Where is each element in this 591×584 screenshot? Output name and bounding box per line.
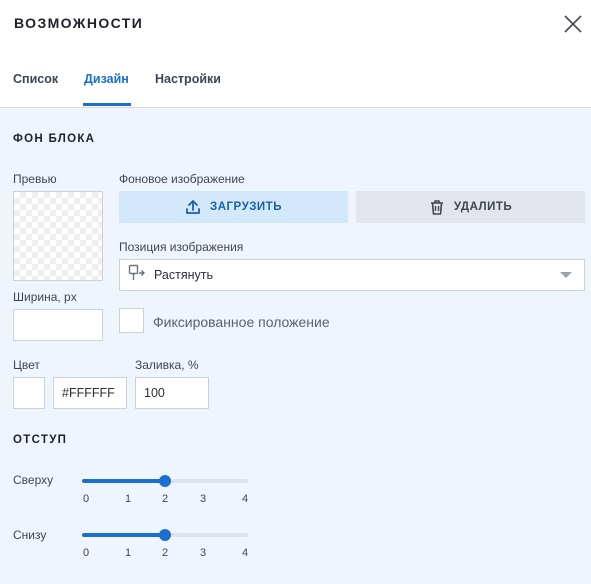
width-input[interactable] (13, 309, 103, 341)
slider-fill (82, 533, 165, 537)
fixed-position-checkbox[interactable] (119, 308, 144, 333)
slider-tick-label: 0 (82, 493, 90, 505)
preview-label: Превью (13, 172, 57, 186)
slider-tick-label: 1 (124, 493, 132, 505)
panel-header: ВОЗМОЖНОСТИ Список Дизайн Настройки (0, 0, 591, 108)
trash-icon (429, 199, 445, 215)
chevron-down-icon[interactable] (560, 272, 572, 278)
color-swatch[interactable] (13, 377, 45, 409)
slider-thumb[interactable] (159, 475, 171, 487)
background-image-label: Фоновое изображение (119, 172, 245, 186)
padding-bottom-slider[interactable]: 0 1 2 3 4 (82, 528, 248, 564)
upload-button-label: ЗАГРУЗИТЬ (210, 201, 282, 213)
padding-top-label: Сверху (13, 473, 54, 487)
color-label: Цвет (13, 358, 40, 372)
delete-button[interactable]: УДАЛИТЬ (356, 191, 585, 223)
color-hex-input[interactable] (53, 377, 127, 409)
padding-bottom-label: Снизу (13, 528, 47, 542)
width-label: Ширина, px (13, 290, 77, 304)
slider-tick-label: 4 (241, 493, 249, 505)
upload-icon (185, 199, 201, 215)
tab-settings[interactable]: Настройки (155, 72, 221, 86)
section-title-background: ФОН БЛОКА (13, 133, 96, 145)
fixed-position-label: Фиксированное положение (153, 314, 330, 330)
slider-tick-label: 3 (199, 493, 207, 505)
slider-tick-label: 2 (161, 493, 169, 505)
padding-top-slider[interactable]: 0 1 2 3 4 (82, 474, 248, 510)
section-title-padding: ОТСТУП (13, 434, 68, 446)
background-preview (13, 191, 103, 281)
tab-design[interactable]: Дизайн (84, 72, 129, 86)
active-tab-indicator (83, 103, 131, 106)
slider-tick-label: 2 (161, 547, 169, 559)
close-icon[interactable] (561, 12, 585, 36)
slider-thumb[interactable] (159, 529, 171, 541)
panel-title: ВОЗМОЖНОСТИ (14, 15, 144, 31)
fill-input[interactable] (135, 377, 209, 409)
slider-tick-label: 3 (199, 547, 207, 559)
image-position-select[interactable]: Растянуть (119, 259, 585, 291)
stretch-icon (128, 264, 146, 287)
upload-button[interactable]: ЗАГРУЗИТЬ (119, 191, 348, 223)
slider-tick-label: 4 (241, 547, 249, 559)
slider-tick-label: 1 (124, 547, 132, 559)
delete-button-label: УДАЛИТЬ (453, 201, 513, 213)
slider-tick-label: 0 (82, 547, 90, 559)
image-position-label: Позиция изображения (119, 240, 244, 254)
image-position-value: Растянуть (154, 268, 214, 282)
fill-label: Заливка, % (135, 358, 199, 372)
tab-list[interactable]: Список (13, 72, 58, 86)
slider-fill (82, 479, 165, 483)
